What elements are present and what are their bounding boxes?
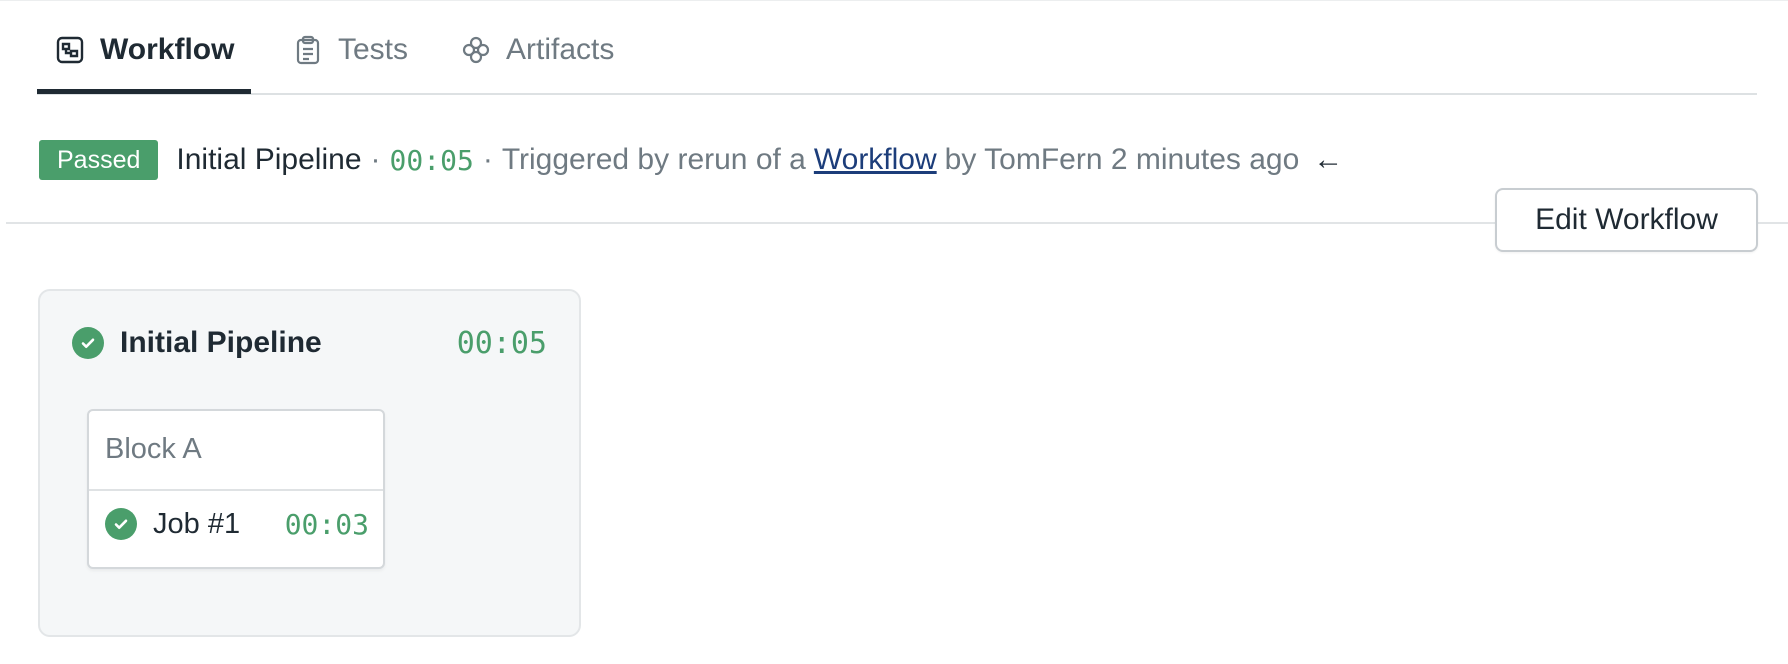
- job-duration: 00:03: [284, 507, 369, 541]
- tab-tests[interactable]: Tests: [292, 22, 408, 93]
- tab-bar: Workflow Tests Artifacts: [36, 0, 1757, 95]
- block-card: Block A Job #1 00:03: [87, 409, 385, 569]
- separator-dot-2: ·: [482, 143, 493, 176]
- pipeline-name: Initial Pipeline: [176, 143, 362, 176]
- pipeline-card[interactable]: Initial Pipeline 00:05 Block A Job #1 00…: [38, 289, 581, 637]
- check-circle-icon: [105, 508, 137, 540]
- tab-artifacts-label: Artifacts: [506, 33, 615, 66]
- workflow-duration: 00:05: [389, 143, 474, 177]
- tab-workflow[interactable]: Workflow: [36, 22, 252, 94]
- arrow-left-icon[interactable]: ←: [1313, 143, 1343, 177]
- trigger-text: Triggered by rerun of a: [501, 143, 806, 176]
- check-circle-icon: [72, 327, 104, 359]
- tab-artifacts[interactable]: Artifacts: [460, 22, 614, 93]
- block-title: Block A: [105, 433, 202, 465]
- job-row[interactable]: Job #1 00:03: [105, 504, 369, 544]
- pipeline-header: Initial Pipeline 00:05: [72, 321, 547, 365]
- workflow-icon: [54, 34, 86, 66]
- separator-dot: ·: [370, 143, 381, 176]
- workflow-status-line: Passed Initial Pipeline · 00:05 · Trigge…: [39, 138, 1343, 182]
- status-badge: Passed: [39, 140, 159, 180]
- triggered-by-text: by TomFern 2 minutes ago: [944, 143, 1300, 176]
- job-name[interactable]: Job #1: [153, 508, 285, 541]
- edit-workflow-button[interactable]: Edit Workflow: [1495, 188, 1758, 252]
- pipeline-title[interactable]: Initial Pipeline: [120, 326, 457, 360]
- workflow-link[interactable]: Workflow: [814, 143, 937, 177]
- tab-workflow-label: Workflow: [100, 33, 235, 66]
- tab-tests-label: Tests: [338, 33, 409, 66]
- clipboard-icon: [292, 34, 324, 66]
- block-divider: [89, 489, 383, 491]
- artifacts-icon: [460, 34, 492, 66]
- pipeline-duration: 00:05: [456, 325, 547, 361]
